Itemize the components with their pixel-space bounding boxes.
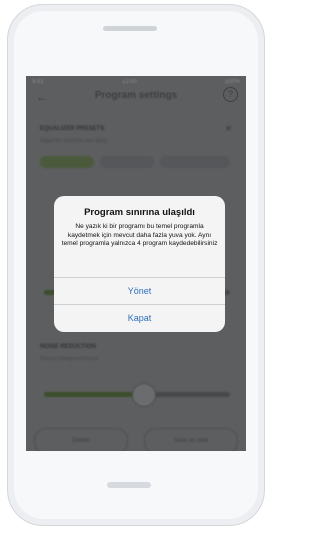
close-section-icon[interactable]: ✕ <box>225 124 232 133</box>
section-title-equalizer: EQUALIZER PRESETS <box>40 126 105 132</box>
section-title-noise: NOISE REDUCTION <box>40 344 97 350</box>
slider-track-noise-rest <box>144 392 230 397</box>
slider-track-noise[interactable] <box>44 392 144 397</box>
home-indicator <box>107 482 151 488</box>
section-subtitle-equalizer: Adjust the sound to your liking. <box>40 138 109 144</box>
section-subtitle-noise: Reduce background noise. <box>40 356 100 362</box>
preset-chip-1[interactable] <box>40 156 94 168</box>
nav-bar: ← Program settings ? <box>26 76 246 112</box>
alert-title: Program sınırına ulaşıldı <box>84 207 195 218</box>
preset-chip-2[interactable] <box>100 156 154 168</box>
close-button[interactable]: Kapat <box>54 305 225 331</box>
slider-thumb-noise[interactable] <box>132 383 156 407</box>
speaker-grille <box>103 26 157 31</box>
page-title: Program settings <box>94 90 178 101</box>
delete-button[interactable]: Delete <box>34 428 128 451</box>
manage-button[interactable]: Yönet <box>54 278 225 304</box>
preset-chip-3[interactable] <box>160 156 230 168</box>
save-as-new-button[interactable]: Save as new <box>144 428 238 451</box>
alert-message: Ne yazık ki bir programı bu temel progra… <box>61 223 218 248</box>
program-limit-alert: Program sınırına ulaşıldı Ne yazık ki bi… <box>54 196 225 332</box>
question-icon[interactable]: ? <box>223 87 238 102</box>
